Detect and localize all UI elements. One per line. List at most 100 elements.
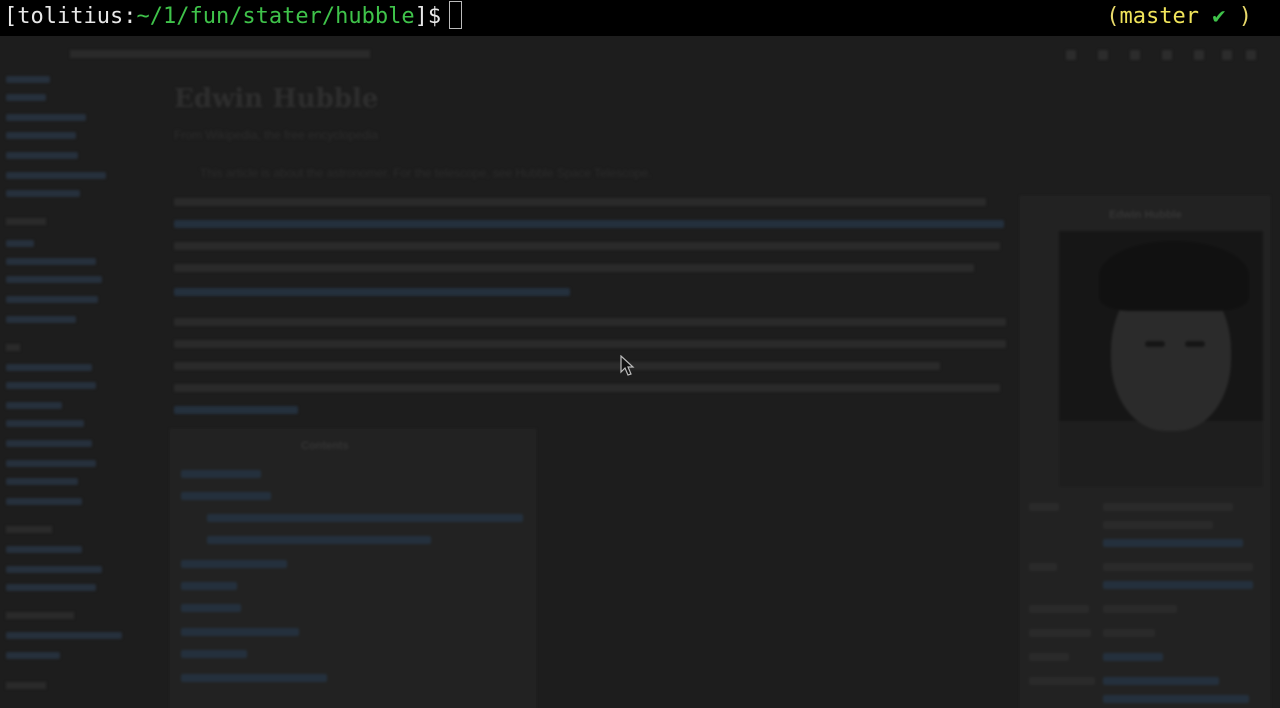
toc-item [207,536,431,544]
infobox-value [1103,521,1213,529]
sidebar-item [6,316,76,323]
infobox-value [1103,605,1177,613]
terminal-prompt[interactable]: [tolitius:~/1/fun/stater/hubble]$ (maste… [0,0,1280,36]
sidebar-item [6,460,96,467]
sidebar-item [6,240,34,247]
portrait-image [1059,231,1263,487]
infobox-label [1029,563,1057,571]
toc-item [181,650,247,658]
sidebar-item [6,546,82,553]
toolbar-icon [1130,50,1140,60]
mouse-pointer-icon [620,355,635,376]
sidebar-item [6,114,86,121]
sidebar-item [6,566,102,573]
toc-item [181,470,261,478]
sidebar-heading [6,344,20,351]
git-branch: master [1119,4,1199,29]
article-subtitle: From Wikipedia, the free encyclopedia [174,128,379,142]
text-line [174,362,940,370]
sidebar-item [6,132,76,139]
toc-item [207,514,523,522]
browser-topbar [0,44,1280,66]
sidebar-heading [6,682,46,689]
toc-item [181,604,241,612]
prompt-colon: : [123,4,137,29]
infobox-value [1103,539,1243,547]
infobox-value [1103,677,1219,685]
infobox-value [1103,503,1233,511]
text-line [174,340,1006,348]
toc-item [181,492,271,500]
sidebar-item [6,584,96,591]
sidebar-item [6,296,98,303]
toolbar-icon [1098,50,1108,60]
prompt-user: tolitius [17,4,124,29]
portrait-eye [1145,341,1165,347]
text-line [174,198,986,206]
infobox-value [1103,629,1155,637]
toolbar-icon [1194,50,1204,60]
prompt-bracket-open: [ [4,4,18,29]
portrait-collar [1059,421,1263,487]
sidebar-item [6,402,62,409]
text-line [174,264,974,272]
infobox-label [1029,629,1091,637]
hatnote: This article is about the astronomer. Fo… [200,166,652,180]
toc-item [181,674,327,682]
sidebar-item [6,76,50,83]
sidebar-item [6,258,96,265]
toolbar-icon [1222,50,1232,60]
text-line [174,318,1006,326]
infobox-label [1029,605,1089,613]
sidebar-heading [6,612,74,619]
sidebar-item [6,190,80,197]
sidebar-item [6,94,46,101]
toolbar-icon [1246,50,1256,60]
sidebar-item [6,440,92,447]
infobox-name: Edwin Hubble [1109,209,1182,221]
portrait-eye [1185,341,1205,347]
infobox-label [1029,653,1069,661]
infobox-value [1103,581,1253,589]
table-of-contents: Contents [170,429,536,708]
prompt-bracket-close: ]$ [414,4,442,29]
sidebar-item [6,276,102,283]
article-title: Edwin Hubble [174,84,379,114]
text-line [174,242,1000,250]
git-status: (master ✔ ) [1106,0,1252,34]
infobox-value [1103,563,1253,571]
toc-title: Contents [301,440,349,452]
background-page: Edwin Hubble From Wikipedia, the free en… [0,36,1280,708]
sidebar-item [6,172,106,179]
sidebar-item [6,478,78,485]
text-line [174,384,1000,392]
sidebar-heading [6,526,52,533]
link-line [174,288,570,296]
toolbar-icon [1066,50,1076,60]
git-paren-open: ( [1106,4,1120,29]
toc-item [181,582,237,590]
sidebar-heading [6,218,46,225]
prompt-path: ~/1/fun/stater/hubble [136,4,415,29]
infobox-value [1103,695,1249,703]
toolbar-icon [1162,50,1172,60]
infobox-label [1029,677,1095,685]
sidebar-item [6,420,84,427]
toc-item [181,628,299,636]
sidebar-item [6,498,82,505]
infobox-label [1029,503,1059,511]
sidebar-item [6,382,96,389]
check-icon: ✔ [1212,4,1226,29]
infobox-value [1103,653,1163,661]
infobox: Edwin Hubble [1020,196,1270,708]
toc-item [181,560,287,568]
git-paren-close: ) [1238,4,1252,29]
prompt-left: [tolitius:~/1/fun/stater/hubble]$ [4,0,463,34]
link-line [174,406,298,414]
portrait-hair [1099,241,1249,311]
sidebar-item [6,652,60,659]
sidebar-item [6,364,92,371]
terminal-cursor [449,1,463,29]
sidebar-item [6,632,122,639]
breadcrumb [70,50,370,58]
